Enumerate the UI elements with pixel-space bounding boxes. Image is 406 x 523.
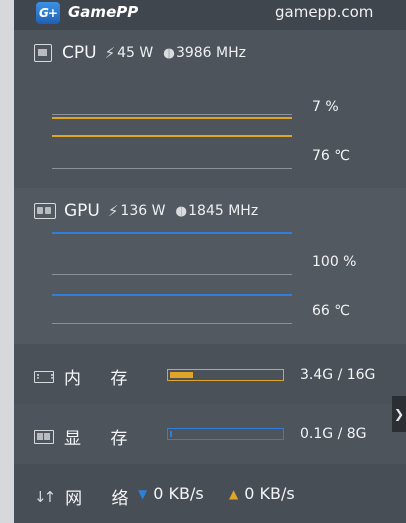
gpu-title-row: GPU ⚡ 136 W ◖◗ 1845 MHz [34,199,268,223]
gpu-temp-value: 66 ℃ [312,303,350,319]
cpu-temp-line [52,135,292,137]
upload-speed: 0 KB/s [244,484,295,503]
gamepp-logo-icon: G+ [36,2,60,24]
gpu-clock: 1845 MHz [188,203,259,219]
memory-usage-bar [167,369,284,381]
cpu-usage-line [52,117,292,119]
site-link[interactable]: gamepp.com [275,3,373,21]
gpu-power: 136 W [120,203,166,219]
frequency-icon: ◖◗ [175,203,187,219]
graph-gridline [52,323,292,324]
gpu-label: GPU [64,201,100,221]
vram-usage-text: 0.1G / 8G [300,426,367,442]
upload-group: ▲ 0 KB/s [229,484,295,503]
gpu-graph [52,232,292,332]
memory-usage-fill [170,372,193,378]
network-label: 网 络 [65,489,141,509]
gpu-card-icon [34,203,56,219]
vram-card-icon [34,429,54,444]
gpu-temp-line [52,294,292,296]
cpu-usage-value: 7 % [312,99,339,115]
app-title: GamePP [68,3,139,21]
vram-label-group: 显 存 [34,424,139,449]
memory-stick-icon [34,370,54,383]
memory-usage-text: 3.4G / 16G [300,367,376,383]
vram-usage-bar [167,428,284,440]
cpu-label: CPU [62,43,97,63]
arrow-down-icon: ▼ [138,486,148,501]
power-icon: ⚡ [104,44,116,62]
cpu-power: 45 W [117,45,154,61]
cpu-chip-icon [34,44,52,62]
download-group: ▼ 0 KB/s [138,484,204,503]
gpu-usage-value: 100 % [312,254,357,270]
frequency-icon: ◖◗ [163,45,175,61]
memory-row: 内 存 3.4G / 16G [14,344,406,404]
monitor-panel: G+ GamePP gamepp.com CPU ⚡ 45 W ◖◗ 3986 … [14,0,406,523]
vram-usage-fill [170,431,172,437]
download-speed: 0 KB/s [153,484,204,503]
gpu-usage-line [52,232,292,234]
power-icon: ⚡ [107,202,119,220]
memory-label: 内 存 [64,369,140,389]
vram-label: 显 存 [64,429,140,449]
graph-gridline [52,114,292,115]
network-row: ↓↑ 网 络 ▼ 0 KB/s ▲ 0 KB/s [14,464,406,523]
graph-gridline [52,168,292,169]
network-transfer-icon: ↓↑ [34,487,56,506]
chevron-right-icon: ❯ [393,407,405,421]
header-bar: G+ GamePP gamepp.com [14,0,406,30]
cpu-graph [52,114,292,174]
cpu-section: CPU ⚡ 45 W ◖◗ 3986 MHz 7 % 76 ℃ [14,30,406,188]
vram-row: 显 存 0.1G / 8G [14,404,406,464]
arrow-up-icon: ▲ [229,486,239,501]
cpu-temp-value: 76 ℃ [312,148,350,164]
network-label-group: ↓↑ 网 络 [34,484,141,510]
collapse-panel-button[interactable]: ❯ [392,396,406,432]
gpu-section: GPU ⚡ 136 W ◖◗ 1845 MHz 100 % 66 ℃ [14,188,406,344]
cpu-title-row: CPU ⚡ 45 W ◖◗ 3986 MHz [34,41,256,65]
memory-label-group: 内 存 [34,364,139,389]
graph-gridline [52,274,292,275]
cpu-clock: 3986 MHz [175,45,246,61]
